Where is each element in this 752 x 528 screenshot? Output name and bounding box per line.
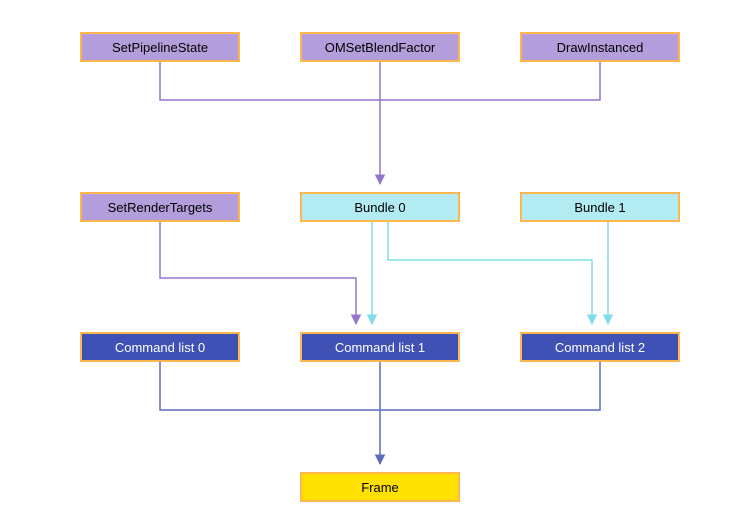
node-set-render-targets: SetRenderTargets [80,192,240,222]
node-cmd0: Command list 0 [80,332,240,362]
node-bundle1: Bundle 1 [520,192,680,222]
node-om-set-blend-factor: OMSetBlendFactor [300,32,460,62]
node-label: SetRenderTargets [108,200,213,215]
node-draw-instanced: DrawInstanced [520,32,680,62]
edges [0,0,752,528]
node-cmd1: Command list 1 [300,332,460,362]
node-label: Bundle 0 [354,200,405,215]
node-bundle0: Bundle 0 [300,192,460,222]
node-label: Bundle 1 [574,200,625,215]
node-label: SetPipelineState [112,40,208,55]
node-set-pipeline-state: SetPipelineState [80,32,240,62]
node-label: OMSetBlendFactor [325,40,436,55]
node-frame: Frame [300,472,460,502]
node-label: Frame [361,480,399,495]
node-cmd2: Command list 2 [520,332,680,362]
node-label: Command list 0 [115,340,205,355]
node-label: Command list 1 [335,340,425,355]
diagram-canvas: SetPipelineState OMSetBlendFactor DrawIn… [0,0,752,528]
node-label: DrawInstanced [557,40,644,55]
node-label: Command list 2 [555,340,645,355]
